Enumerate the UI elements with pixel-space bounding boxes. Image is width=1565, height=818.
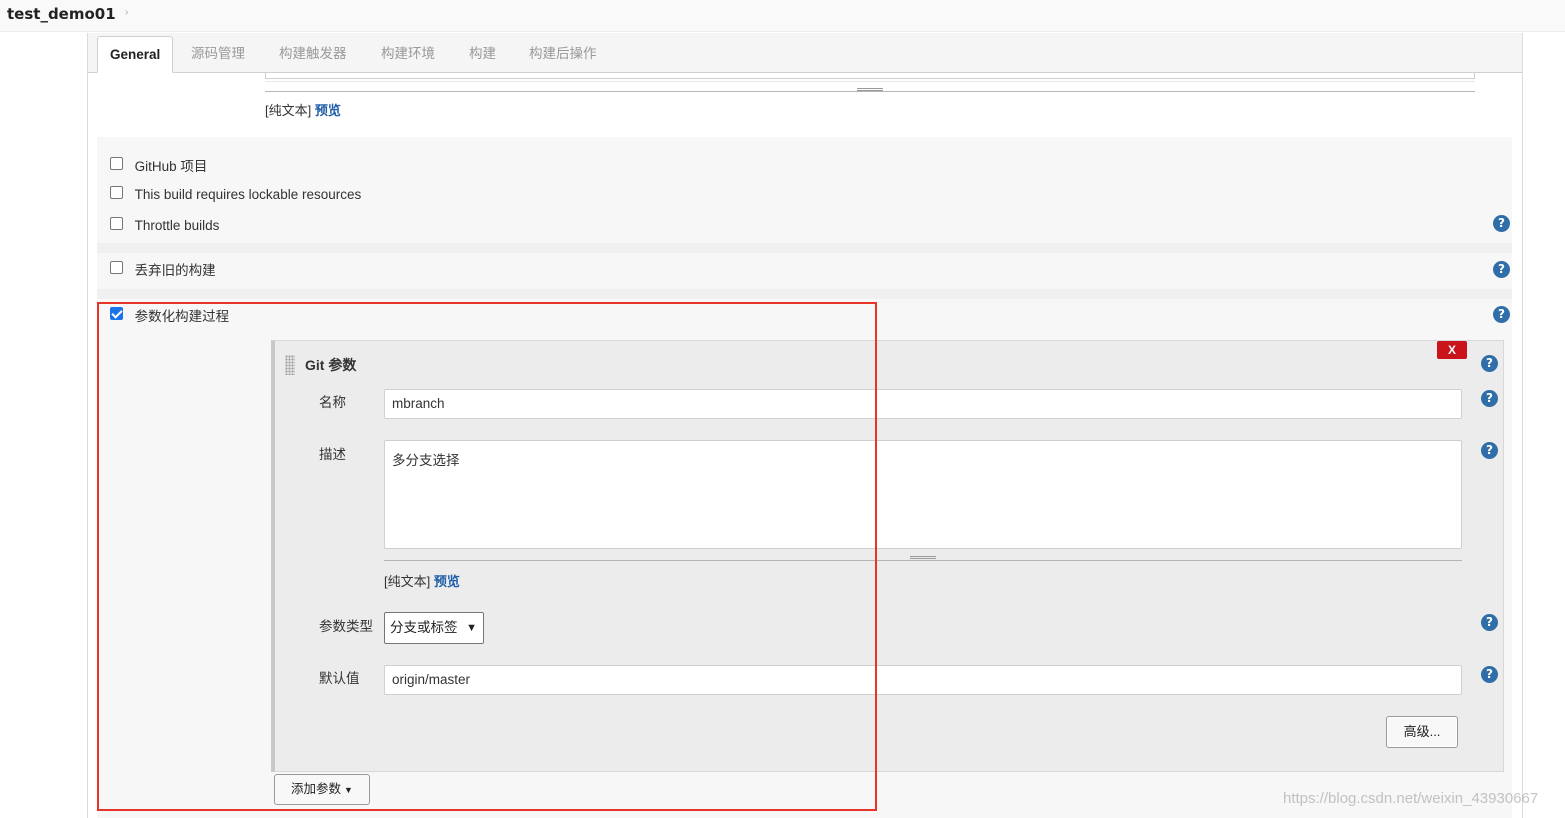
tab-build-triggers[interactable]: 构建触发器 (267, 36, 359, 73)
description-label: 描述 (319, 447, 346, 462)
help-icon[interactable]: ? (1481, 666, 1498, 683)
option-parameterized-build[interactable]: 参数化构建过程 (110, 305, 229, 327)
option-throttle-builds[interactable]: Throttle builds (110, 217, 219, 239)
option-discard-old-builds[interactable]: 丢弃旧的构建 (110, 259, 216, 281)
description-resize-handle[interactable] (265, 81, 1475, 92)
discard-builds-section: 丢弃旧的构建 ? (97, 253, 1512, 289)
tab-build-environment[interactable]: 构建环境 (369, 36, 447, 73)
name-label: 名称 (319, 395, 346, 410)
name-input[interactable]: mbranch (384, 389, 1462, 419)
config-panel: General 源码管理 构建触发器 构建环境 构建 构建后操作 [纯文本] 预… (87, 33, 1523, 818)
help-icon[interactable]: ? (1481, 614, 1498, 631)
help-icon[interactable]: ? (1493, 306, 1510, 323)
caret-down-icon: ▼ (344, 785, 353, 795)
option-label: Throttle builds (134, 218, 220, 234)
preview-link[interactable]: 预览 (434, 574, 460, 589)
section-divider (97, 243, 1512, 253)
tab-post-build-actions[interactable]: 构建后操作 (517, 36, 609, 73)
options-section: GitHub 项目 This build requires lockable r… (97, 137, 1512, 243)
parameter-type-select[interactable]: 分支或标签 ▼ (384, 612, 484, 644)
top-bar: test_demo01 › (0, 0, 1565, 32)
option-github-project[interactable]: GitHub 项目 (110, 155, 207, 177)
git-parameter-block: Git 参数 X ? 名称 mbranch ? 描述 多分支选择 ? [纯文本]… (271, 340, 1504, 772)
parameter-description-resize-handle[interactable] (384, 549, 1462, 561)
parameterized-build-checkbox[interactable] (110, 306, 123, 320)
project-description-textarea[interactable] (265, 73, 1475, 79)
add-parameter-label: 添加参数 (291, 782, 342, 796)
drag-handle-icon[interactable] (285, 355, 295, 375)
description-format-line: [纯文本] 预览 (265, 100, 341, 119)
breadcrumb-arrow-icon[interactable]: › (125, 7, 128, 18)
help-icon[interactable]: ? (1493, 215, 1510, 232)
tab-general[interactable]: General (97, 36, 174, 73)
parameter-description-textarea[interactable]: 多分支选择 (384, 440, 1462, 549)
plain-text-label: [纯文本] (265, 103, 312, 118)
grip-icon (857, 88, 883, 91)
default-value-input[interactable]: origin/master (384, 665, 1462, 695)
help-icon[interactable]: ? (1481, 442, 1498, 459)
advanced-button[interactable]: 高级... (1386, 716, 1458, 748)
watermark: https://blog.csdn.net/weixin_43930667 (1283, 790, 1539, 807)
plain-text-label: [纯文本] (384, 574, 431, 589)
project-name-link[interactable]: test_demo01 (7, 5, 116, 23)
throttle-builds-checkbox[interactable] (110, 217, 123, 231)
option-lockable-resources[interactable]: This build requires lockable resources (110, 186, 361, 208)
discard-old-builds-checkbox[interactable] (110, 260, 123, 274)
parameter-type-label: 参数类型 (319, 619, 373, 634)
tab-build[interactable]: 构建 (457, 36, 508, 73)
option-label: This build requires lockable resources (134, 187, 362, 203)
parameter-format-line: [纯文本] 预览 (384, 571, 460, 590)
help-icon[interactable]: ? (1493, 261, 1510, 278)
section-divider (97, 289, 1512, 299)
delete-parameter-button[interactable]: X (1437, 341, 1467, 359)
config-tab-bar: General 源码管理 构建触发器 构建环境 构建 构建后操作 (88, 33, 1522, 73)
parameter-type-value: 分支或标签 (390, 620, 458, 635)
add-parameter-button[interactable]: 添加参数 ▼ (274, 774, 370, 805)
option-label: 参数化构建过程 (134, 309, 230, 324)
help-icon[interactable]: ? (1481, 355, 1498, 372)
option-label: 丢弃旧的构建 (134, 263, 216, 278)
default-value-label: 默认值 (319, 671, 360, 686)
git-parameter-title: Git 参数 (305, 357, 357, 373)
github-project-checkbox[interactable] (110, 156, 123, 170)
grip-icon (910, 556, 936, 559)
preview-link[interactable]: 预览 (315, 103, 341, 118)
chevron-down-icon: ▼ (466, 622, 477, 634)
lockable-resources-checkbox[interactable] (110, 186, 123, 200)
tab-source-control[interactable]: 源码管理 (179, 36, 257, 73)
option-label: GitHub 项目 (134, 159, 208, 174)
help-icon[interactable]: ? (1481, 390, 1498, 407)
